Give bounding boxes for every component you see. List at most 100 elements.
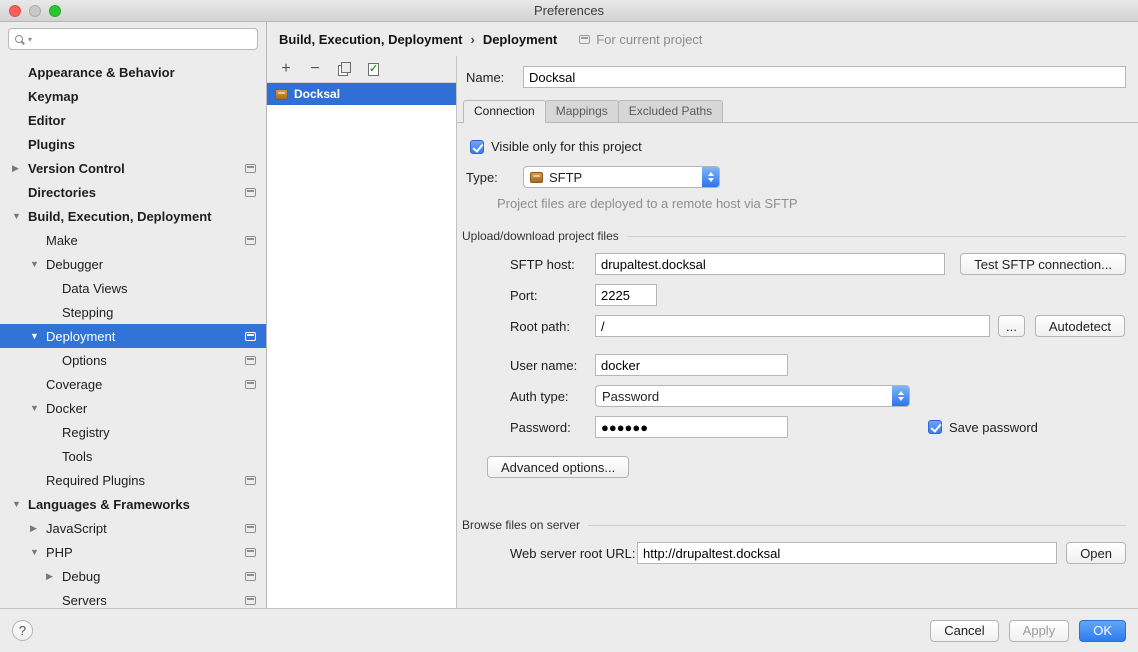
per-project-icon (245, 164, 256, 173)
tab-mappings[interactable]: Mappings (545, 100, 619, 122)
chevron-right-icon[interactable] (46, 571, 62, 582)
sidebar-item-required-plugins[interactable]: Required Plugins (0, 468, 266, 492)
browse-root-path-button[interactable]: ... (998, 315, 1025, 337)
password-input[interactable] (595, 416, 788, 438)
breadcrumb-part1: Build, Execution, Deployment (279, 32, 462, 47)
sidebar-item-build-execution-deployment[interactable]: Build, Execution, Deployment (0, 204, 266, 228)
tab-connection[interactable]: Connection (463, 100, 546, 122)
auth-type-select[interactable]: Password (595, 385, 910, 407)
help-icon[interactable]: ? (12, 620, 33, 641)
sidebar-item-registry[interactable]: Registry (0, 420, 266, 444)
sidebar-item-deployment[interactable]: Deployment (0, 324, 266, 348)
search-caret-icon: ▾ (28, 35, 32, 44)
breadcrumb: Build, Execution, Deployment › Deploymen… (267, 22, 1138, 56)
sidebar-item-coverage[interactable]: Coverage (0, 372, 266, 396)
user-name-input[interactable] (595, 354, 788, 376)
open-button[interactable]: Open (1066, 542, 1126, 564)
close-window-icon[interactable] (9, 5, 21, 17)
sidebar-item-editor[interactable]: Editor (0, 108, 266, 132)
user-name-label: User name: (510, 358, 595, 373)
deployment-config-form: Name: Connection Mappings Excluded Paths… (457, 56, 1138, 608)
use-as-default-icon[interactable] (366, 62, 380, 76)
visible-only-label: Visible only for this project (491, 139, 642, 154)
root-path-input[interactable] (595, 315, 990, 337)
sidebar-item-stepping[interactable]: Stepping (0, 300, 266, 324)
ok-button[interactable]: OK (1079, 620, 1126, 642)
per-project-icon (245, 476, 256, 485)
chevron-down-icon[interactable] (30, 547, 46, 557)
connection-tabs: Connection Mappings Excluded Paths (457, 100, 1138, 123)
sidebar-item-debugger[interactable]: Debugger (0, 252, 266, 276)
sidebar-item-servers[interactable]: Servers (0, 588, 266, 608)
dropdown-arrows-icon (892, 386, 909, 406)
chevron-right-icon[interactable] (30, 523, 46, 534)
minimize-window-icon (29, 5, 41, 17)
type-value: SFTP (549, 170, 582, 185)
sidebar-item-debug[interactable]: Debug (0, 564, 266, 588)
server-icon (275, 89, 288, 100)
browse-section-header: Browse files on server (462, 518, 1126, 532)
chevron-down-icon[interactable] (12, 211, 28, 221)
sidebar-item-directories[interactable]: Directories (0, 180, 266, 204)
save-password-checkbox-row[interactable]: Save password (928, 420, 1038, 435)
sidebar-item-php[interactable]: PHP (0, 540, 266, 564)
type-help-text: Project files are deployed to a remote h… (497, 196, 1126, 211)
chevron-right-icon[interactable] (12, 163, 28, 174)
visible-only-checkbox-row[interactable]: Visible only for this project (470, 139, 1126, 154)
sftp-type-icon (530, 172, 543, 183)
sidebar-item-data-views[interactable]: Data Views (0, 276, 266, 300)
sidebar-item-plugins[interactable]: Plugins (0, 132, 266, 156)
apply-button[interactable]: Apply (1009, 620, 1070, 642)
type-select[interactable]: SFTP (523, 166, 720, 188)
type-label: Type: (466, 170, 523, 185)
name-input[interactable] (523, 66, 1126, 88)
server-list-item-docksal[interactable]: Docksal (267, 83, 456, 105)
sidebar-item-languages-frameworks[interactable]: Languages & Frameworks (0, 492, 266, 516)
password-label: Password: (510, 420, 595, 435)
dropdown-arrows-icon (702, 167, 719, 187)
chevron-down-icon[interactable] (30, 403, 46, 413)
auth-type-label: Auth type: (510, 389, 595, 404)
per-project-icon (245, 596, 256, 605)
sidebar-item-version-control[interactable]: Version Control (0, 156, 266, 180)
sidebar-item-make[interactable]: Make (0, 228, 266, 252)
sidebar-item-keymap[interactable]: Keymap (0, 84, 266, 108)
advanced-options-button[interactable]: Advanced options... (487, 456, 629, 478)
save-password-label: Save password (949, 420, 1038, 435)
port-input[interactable] (595, 284, 657, 306)
titlebar: Preferences (0, 0, 1138, 22)
dialog-footer: ? Cancel Apply OK (0, 608, 1138, 652)
window-controls (9, 5, 61, 17)
tab-excluded-paths[interactable]: Excluded Paths (618, 100, 723, 122)
upload-section-header: Upload/download project files (462, 229, 1126, 243)
remove-icon[interactable] (308, 61, 322, 77)
test-sftp-connection-button[interactable]: Test SFTP connection... (960, 253, 1126, 275)
sidebar-item-appearance-behavior[interactable]: Appearance & Behavior (0, 60, 266, 84)
sidebar-item-options[interactable]: Options (0, 348, 266, 372)
autodetect-button[interactable]: Autodetect (1035, 315, 1125, 337)
sftp-host-label: SFTP host: (510, 257, 595, 272)
name-label: Name: (466, 70, 523, 85)
checkbox-checked-icon[interactable] (928, 420, 942, 434)
sidebar-item-tools[interactable]: Tools (0, 444, 266, 468)
settings-search[interactable]: ▾ (8, 28, 258, 50)
cancel-button[interactable]: Cancel (930, 620, 998, 642)
root-path-label: Root path: (510, 319, 595, 334)
search-input[interactable] (37, 32, 251, 46)
auth-type-value: Password (602, 389, 659, 404)
chevron-down-icon[interactable] (30, 259, 46, 269)
chevron-down-icon[interactable] (30, 331, 46, 341)
port-label: Port: (510, 288, 595, 303)
add-icon[interactable] (279, 61, 293, 77)
server-list: Docksal (267, 82, 456, 608)
web-root-label: Web server root URL: (510, 546, 637, 561)
copy-icon[interactable] (337, 62, 351, 76)
per-project-icon (245, 548, 256, 557)
zoom-window-icon[interactable] (49, 5, 61, 17)
sftp-host-input[interactable] (595, 253, 945, 275)
sidebar-item-docker[interactable]: Docker (0, 396, 266, 420)
checkbox-checked-icon[interactable] (470, 140, 484, 154)
web-root-input[interactable] (637, 542, 1057, 564)
chevron-down-icon[interactable] (12, 499, 28, 509)
sidebar-item-javascript[interactable]: JavaScript (0, 516, 266, 540)
